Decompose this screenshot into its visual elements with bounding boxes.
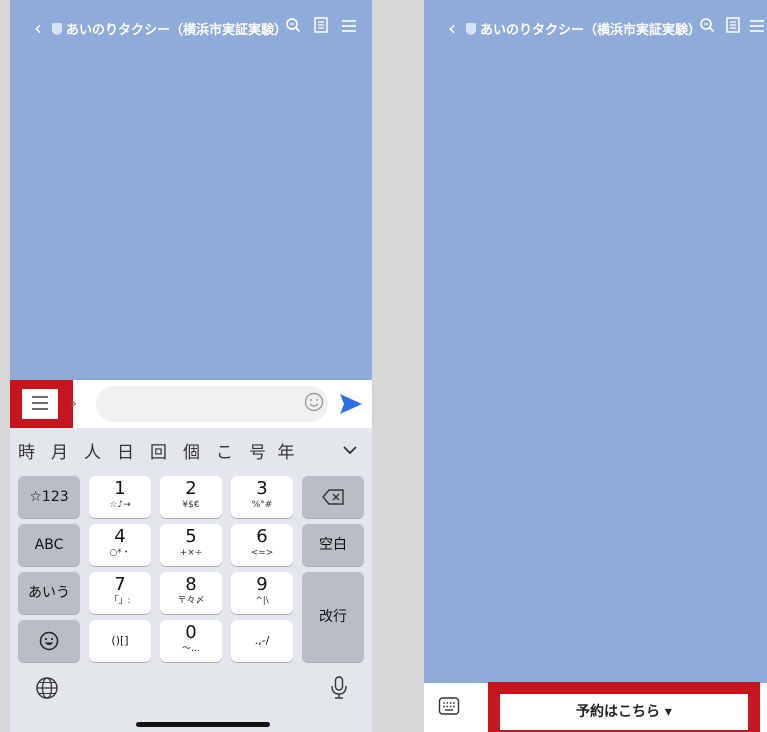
menu-button[interactable]: [336, 14, 362, 42]
key-2[interactable]: 2 ¥$€: [160, 476, 222, 518]
candidate[interactable]: こ: [208, 438, 241, 463]
key-7[interactable]: 7 「」:: [89, 572, 151, 614]
key-1[interactable]: 1 ☆♪→: [89, 476, 151, 518]
chat-header: ‹ あいのりタクシー（横浜市実証実験）: [10, 0, 372, 60]
note-button[interactable]: [308, 14, 334, 42]
reserve-button[interactable]: 予約はこちら ▾: [500, 694, 748, 730]
search-icon: [286, 18, 301, 33]
candidate[interactable]: 日: [109, 438, 142, 463]
candidate[interactable]: 月: [43, 438, 76, 463]
globe-button[interactable]: [32, 676, 62, 706]
right-phone-screen: ‹ あいのりタクシー（横浜市実証実験） 予約はこちら ▾: [424, 0, 767, 732]
key-kana-mode[interactable]: あいう: [18, 572, 80, 614]
message-input[interactable]: [96, 386, 328, 422]
keyboard: 時 月 人 日 回 個 こ 号 年 ☆123 1 ☆♪→ 2 ¥$€ 3 %°# AB…: [10, 428, 372, 732]
candidate[interactable]: 人: [76, 438, 109, 463]
key-enter[interactable]: 改行: [302, 572, 364, 662]
chevron-down-icon: [343, 446, 357, 455]
left-phone-screen: ‹ あいのりタクシー（横浜市実証実験） › 時 月 人 日 回 個 こ 号 年 …: [10, 0, 372, 732]
candidate[interactable]: 時: [10, 438, 43, 463]
expand-candidates-button[interactable]: [338, 436, 362, 464]
key-6[interactable]: 6 <=>: [231, 524, 293, 566]
chat-title: あいのりタクシー（横浜市実証実験）: [66, 23, 288, 38]
keyboard-bottom-bar: [10, 660, 372, 732]
keyboard-icon: [438, 697, 460, 715]
note-icon: [726, 17, 740, 33]
emoji-button[interactable]: [302, 392, 326, 416]
chat-area: [10, 60, 372, 380]
key-3[interactable]: 3 %°#: [231, 476, 293, 518]
emoji-face-icon: [39, 631, 59, 651]
back-button[interactable]: ‹: [24, 14, 52, 42]
send-icon: [340, 394, 362, 414]
hamburger-icon: [342, 20, 356, 32]
keyboard-toggle-button[interactable]: [438, 695, 462, 719]
hamburger-icon: [750, 20, 764, 32]
globe-icon: [36, 677, 58, 699]
search-button[interactable]: [694, 14, 720, 42]
chat-title: あいのりタクシー（横浜市実証実験）: [480, 23, 702, 38]
rich-menu-toggle-button[interactable]: [22, 389, 58, 419]
chevron-left-icon: ‹: [448, 16, 456, 40]
candidate[interactable]: 号: [241, 438, 274, 463]
search-icon: [700, 18, 715, 33]
key-emoji[interactable]: [18, 620, 80, 662]
key-punctuation[interactable]: .,-/: [231, 620, 293, 662]
note-button[interactable]: [720, 14, 746, 42]
menu-button[interactable]: [744, 14, 767, 42]
key-space[interactable]: 空白: [302, 524, 364, 566]
key-8[interactable]: 8 〒々〆: [160, 572, 222, 614]
key-brackets[interactable]: ()[]: [89, 620, 151, 662]
candidate-bar: 時 月 人 日 回 個 こ 号 年: [10, 428, 372, 472]
shield-icon: [466, 23, 476, 35]
key-symbol-mode[interactable]: ☆123: [18, 476, 80, 518]
candidate[interactable]: 個: [175, 438, 208, 463]
key-9[interactable]: 9 ^|\: [231, 572, 293, 614]
mic-icon: [331, 676, 347, 699]
key-abc-mode[interactable]: ABC: [18, 524, 80, 566]
chevron-left-icon: ‹: [34, 16, 42, 40]
send-button[interactable]: [338, 392, 364, 416]
back-button[interactable]: ‹: [438, 14, 466, 42]
chevron-right-icon[interactable]: ›: [70, 389, 86, 419]
search-button[interactable]: [280, 14, 306, 42]
note-icon: [314, 17, 328, 33]
backspace-icon: [322, 489, 344, 505]
mic-button[interactable]: [324, 676, 354, 706]
chat-header: ‹ あいのりタクシー（横浜市実証実験）: [424, 0, 767, 60]
key-5[interactable]: 5 +×÷: [160, 524, 222, 566]
hamburger-icon: [32, 396, 48, 410]
chat-area: [424, 60, 767, 683]
key-0[interactable]: 0 〜…: [160, 620, 222, 662]
candidate[interactable]: 年: [274, 438, 298, 463]
shield-icon: [52, 23, 62, 35]
key-backspace[interactable]: [302, 476, 364, 518]
home-indicator: [136, 722, 270, 727]
key-4[interactable]: 4 ○*・: [89, 524, 151, 566]
candidate[interactable]: 回: [142, 438, 175, 463]
smile-icon: [304, 392, 324, 412]
